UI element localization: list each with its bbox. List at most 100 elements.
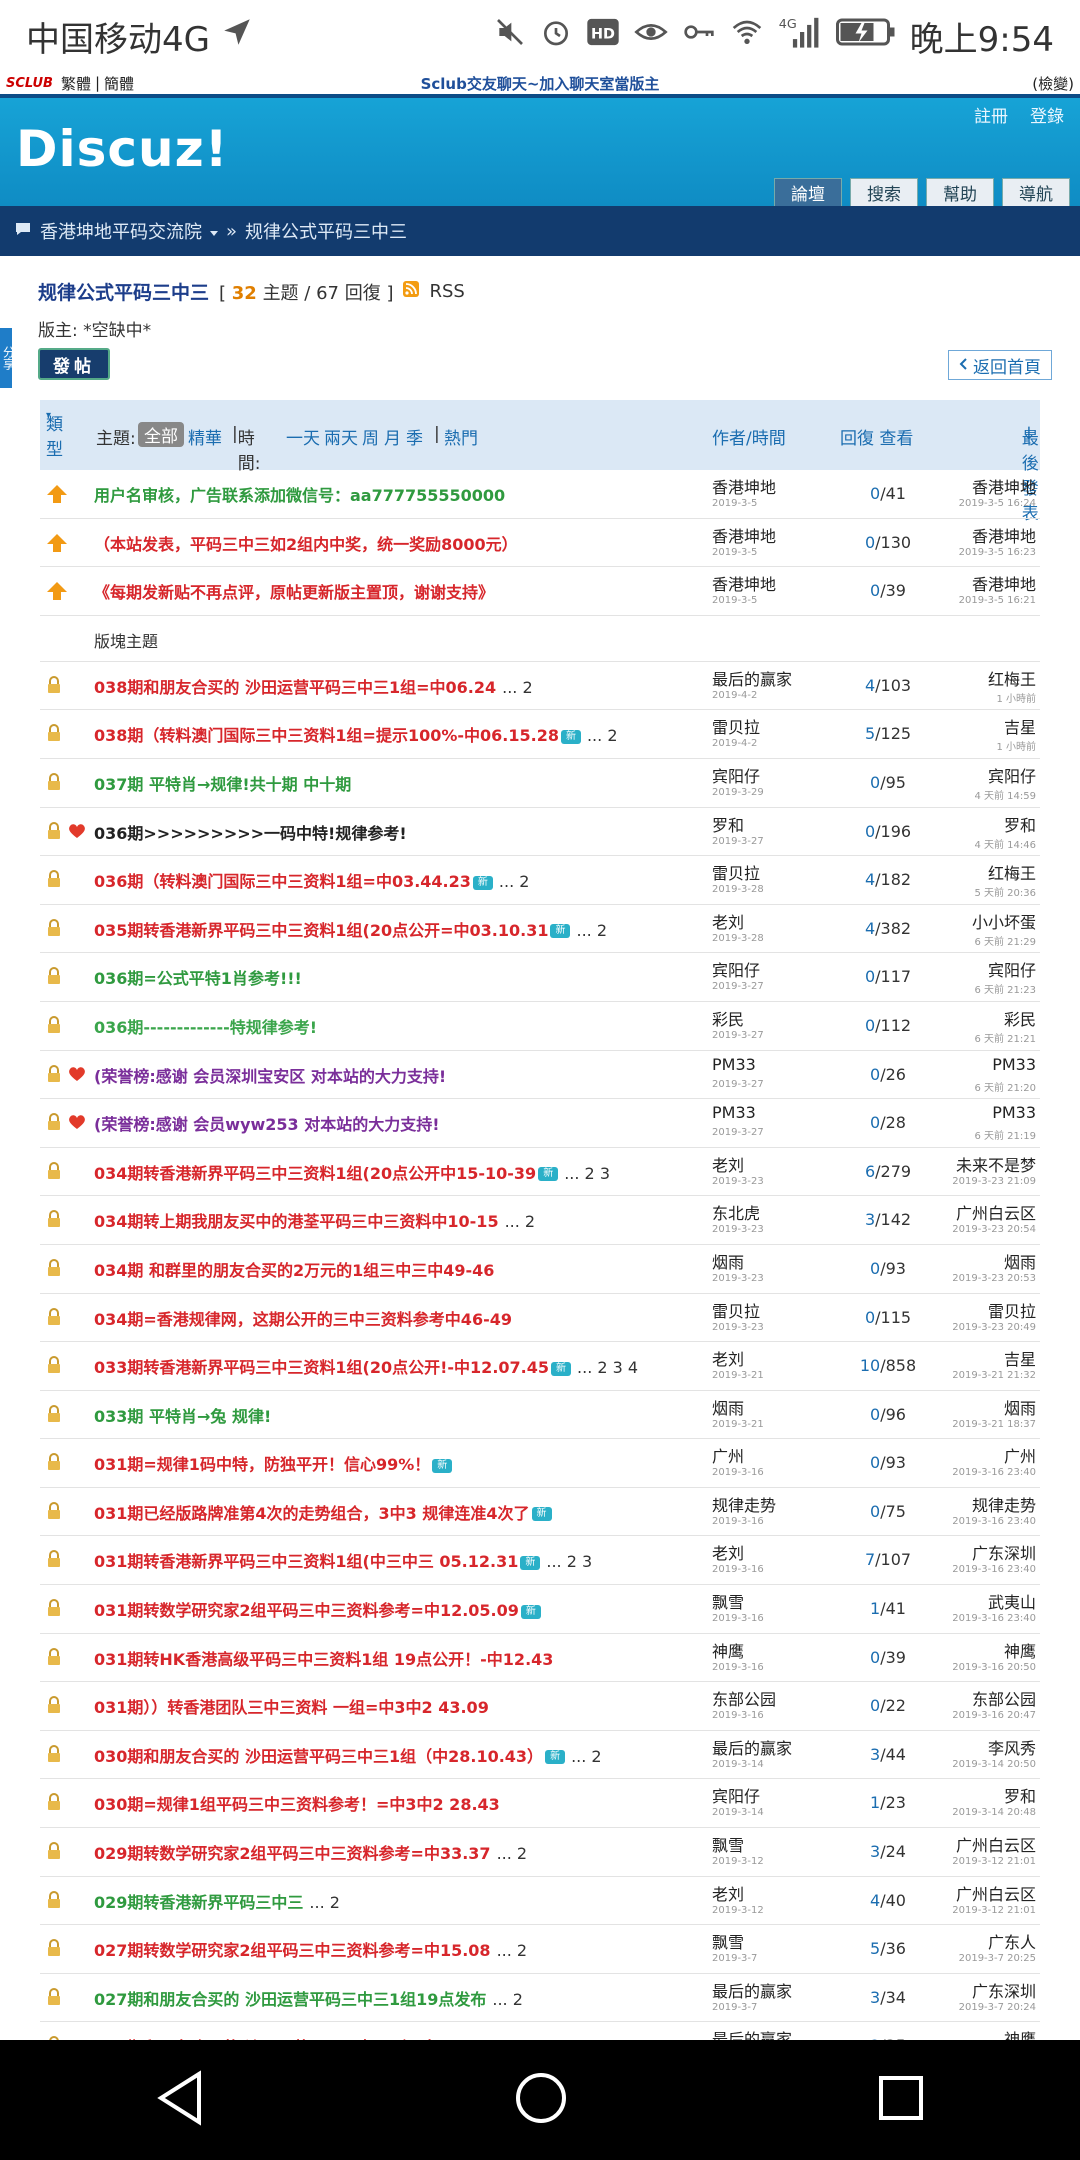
thread-row[interactable]: 034期转香港新界平码三中三资料1组(20点公开中15-10-39 新... 2 … — [40, 1148, 1040, 1197]
thread-row[interactable]: 036期>>>>>>>>>一码中特!规律参考! 罗和 2019-3-27 0/196 罗… — [40, 808, 1040, 857]
rss-icon[interactable] — [403, 281, 420, 302]
last-poster[interactable]: 烟雨 — [1004, 1249, 1036, 1273]
page-links[interactable]: ... 2 — [499, 872, 530, 891]
last-poster[interactable]: 广州白云区 — [956, 1832, 1036, 1856]
thread-author[interactable]: 飘雪 — [712, 1589, 744, 1613]
thread-title[interactable]: 027期和朋友合买的 沙田运营平码三中三1组19点发布... 2 — [94, 1986, 523, 2010]
last-poster[interactable]: 香港坤地 — [972, 474, 1036, 498]
sort-replies[interactable]: 回復 查看 — [840, 424, 913, 449]
thread-row[interactable]: 031期转HK香港高级平码三中三资料1组 19点公开！-中12.43 神鹰 2019… — [40, 1634, 1040, 1683]
page-links[interactable]: ... 2 — [571, 1747, 602, 1766]
thread-title[interactable]: 034期 和群里的朋友合买的2万元的1组三中三中49-46 — [94, 1257, 494, 1281]
recents-square-icon[interactable] — [877, 2074, 925, 2126]
page-links[interactable]: ... 2 — [502, 678, 533, 697]
filter-all[interactable]: 全部 — [138, 422, 184, 447]
thread-row[interactable]: （本站发表，平码三中三如2组内中奖，统一奖励8000元） 香港坤地 2019-3-5… — [40, 519, 1040, 568]
last-poster[interactable]: 广州白云区 — [956, 1200, 1036, 1224]
thread-author[interactable]: 香港坤地 — [712, 523, 776, 547]
forum-title[interactable]: 规律公式平码三中三 — [38, 278, 209, 305]
thread-title[interactable]: 038期和朋友合买的 沙田运营平码三中三1组=中06.24... 2 — [94, 674, 533, 698]
thread-row[interactable]: 《每期发新贴不再点评，原帖更新版主置顶，谢谢支持》 香港坤地 2019-3-5 0/3… — [40, 567, 1040, 616]
thread-author[interactable]: 神鹰 — [712, 1638, 744, 1662]
thread-author[interactable]: PM33 — [712, 1103, 756, 1122]
thread-row[interactable]: 031期=规律1码中特，防独平开！信心99%！新广州 2019-3-16 0/93 广… — [40, 1439, 1040, 1488]
filter-two-days[interactable]: 兩天 — [324, 424, 358, 449]
page-links[interactable]: ... 2 — [492, 1990, 523, 2009]
thread-row[interactable]: 036期=公式平特1肖参考!!! 宾阳仔 2019-3-27 0/117 宾阳仔 6 天前… — [40, 953, 1040, 1002]
thread-author[interactable]: 雷贝拉 — [712, 860, 760, 884]
thread-title[interactable]: （本站发表，平码三中三如2组内中奖，统一奖励8000元） — [94, 531, 518, 555]
filter-week[interactable]: 周 — [362, 424, 379, 449]
thread-title[interactable]: 036期=公式平特1肖参考!!! — [94, 965, 302, 989]
thread-title[interactable]: 用户名审核，广告联系添加微信号：aa777755550000 — [94, 482, 505, 506]
thread-author[interactable]: 老刘 — [712, 1881, 744, 1905]
thread-title[interactable]: 033期转香港新界平码三中三资料1组(20点公开!-中12.07.45 新... … — [94, 1354, 638, 1378]
simplified-link[interactable]: 簡體 — [104, 73, 134, 94]
last-poster[interactable]: 神鹰 — [1004, 1638, 1036, 1662]
login-link[interactable]: 登錄 — [1030, 102, 1064, 127]
post-button[interactable]: 發帖 — [38, 348, 110, 380]
thread-author[interactable]: 烟雨 — [712, 1395, 744, 1419]
thread-row[interactable]: 029期转香港新界平码三中三... 2 老刘 2019-3-12 4/40 广州白云区 2… — [40, 1877, 1040, 1926]
thread-row[interactable]: 030期=规律1组平码三中三资料参考！=中3中2 28.43 宾阳仔 2019-3-… — [40, 1779, 1040, 1829]
back-home-button[interactable]: 返回首頁 — [948, 350, 1052, 380]
rss-link[interactable]: RSS — [429, 281, 464, 302]
thread-row[interactable]: 037期 平特肖→规律!共十期 中十期 宾阳仔 2019-3-29 0/95 宾阳仔 4 … — [40, 759, 1040, 808]
thread-title[interactable]: 036期-------------特规律参考! — [94, 1014, 317, 1038]
caret-down-icon[interactable] — [210, 221, 218, 242]
chatroom-link[interactable]: Sclub交友聊天~加入聊天室當版主 — [0, 73, 1080, 94]
thread-row[interactable]: 031期转数学研究家2组平码三中三资料参考=中12.05.09 新飘雪 2019-3… — [40, 1585, 1040, 1634]
thread-author[interactable]: 烟雨 — [712, 1249, 744, 1273]
thread-author[interactable]: 宾阳仔 — [712, 763, 760, 787]
thread-row[interactable]: 034期转上期我朋友买中的港荃平码三中三资料中10-15... 2 东北虎 2019… — [40, 1196, 1040, 1245]
last-poster[interactable]: 广东人 — [988, 1929, 1036, 1953]
thread-row[interactable]: 036期（转料澳门国际三中三资料1组=中03.44.23 新... 2 雷贝拉 201… — [40, 856, 1040, 905]
tab-navigation[interactable]: 導航 — [1002, 178, 1070, 206]
last-poster[interactable]: 彩民 — [1004, 1006, 1036, 1030]
thread-title[interactable]: 031期转香港新界平码三中三资料1组(中三中三 05.12.31 新... 2 3 — [94, 1548, 592, 1572]
thread-row[interactable]: 031期已经版路牌准第4次的走势组合，3中3 规律连准4次了新规律走势 2019-… — [40, 1488, 1040, 1537]
thread-author[interactable]: 广州 — [712, 1443, 744, 1467]
last-poster[interactable]: 东部公园 — [972, 1686, 1036, 1710]
last-poster[interactable]: 广州 — [1004, 1443, 1036, 1467]
last-poster[interactable]: 香港坤地 — [972, 571, 1036, 595]
thread-title[interactable]: (荣誉榜:感谢 会员深圳宝安区 对本站的大力支持! — [94, 1063, 446, 1087]
last-poster[interactable]: 雷贝拉 — [988, 1298, 1036, 1322]
thread-row[interactable]: (荣誉榜:感谢 会员wyw253 对本站的大力支持! PM33 2019-3-27 0… — [40, 1099, 1040, 1148]
thread-title[interactable]: 030期=规律1组平码三中三资料参考！=中3中2 28.43 — [94, 1791, 500, 1815]
thread-author[interactable]: 老刘 — [712, 1540, 744, 1564]
thread-row[interactable]: (荣誉榜:感谢 会员深圳宝安区 对本站的大力支持! PM33 2019-3-27 0/… — [40, 1051, 1040, 1100]
last-poster[interactable]: 宾阳仔 — [988, 763, 1036, 787]
thread-row[interactable]: 027期和朋友合买的 沙田运营平码三中三1组19点发布... 2 最后的赢家 201… — [40, 1974, 1040, 2023]
thread-title[interactable]: 038期（转料澳门国际三中三资料1组=提示100%-中06.15.28 新... … — [94, 722, 618, 746]
page-links[interactable]: ... 2 — [587, 726, 618, 745]
thread-author[interactable]: 宾阳仔 — [712, 957, 760, 981]
thread-row[interactable]: 038期（转料澳门国际三中三资料1组=提示100%-中06.15.28 新... … — [40, 710, 1040, 759]
sort-last-post[interactable]: 最後發表 ↓ — [1022, 424, 1039, 524]
back-triangle-icon[interactable] — [155, 2070, 205, 2130]
thread-author[interactable]: 彩民 — [712, 1006, 744, 1030]
last-poster[interactable]: 武夷山 — [988, 1589, 1036, 1613]
last-poster[interactable]: 未来不是梦 — [956, 1152, 1036, 1176]
filter-hot[interactable]: 熱門 — [444, 424, 478, 449]
thread-title[interactable]: 030期和朋友合买的 沙田运营平码三中三1组（中28.10.43）新... 2 — [94, 1743, 602, 1767]
thread-title[interactable]: 029期转香港新界平码三中三... 2 — [94, 1889, 340, 1913]
thread-title[interactable]: 《每期发新贴不再点评，原帖更新版主置顶，谢谢支持》 — [94, 579, 494, 603]
thread-row[interactable]: 033期转香港新界平码三中三资料1组(20点公开!-中12.07.45 新... … — [40, 1342, 1040, 1391]
thread-row[interactable]: 033期 平特肖→兔 规律! 烟雨 2019-3-21 0/96 烟雨 2019-3-21… — [40, 1391, 1040, 1440]
last-poster[interactable]: PM33 — [992, 1103, 1036, 1122]
discuz-logo[interactable]: Discuz! — [16, 120, 229, 178]
last-poster[interactable]: 广东深圳 — [972, 1540, 1036, 1564]
thread-title[interactable]: 034期=香港规律网，这期公开的三中三资料参考中46-49 — [94, 1306, 512, 1330]
thread-title[interactable]: 035期转香港新界平码三中三资料1组(20点公开=中03.10.31 新... 2 — [94, 917, 607, 941]
filter-one-day[interactable]: 一天 — [286, 424, 320, 449]
last-poster[interactable]: 烟雨 — [1004, 1395, 1036, 1419]
thread-title[interactable]: 031期=规律1码中特，防独平开！信心99%！新 — [94, 1451, 453, 1475]
sort-author[interactable]: 作者/時間 — [712, 424, 786, 449]
thread-title[interactable]: 036期（转料澳门国际三中三资料1组=中03.44.23 新... 2 — [94, 868, 529, 892]
thread-title[interactable]: 036期>>>>>>>>>一码中特!规律参考! — [94, 820, 407, 844]
thread-author[interactable]: 香港坤地 — [712, 474, 776, 498]
thread-author[interactable]: 最后的赢家 — [712, 666, 792, 690]
thread-title[interactable]: (荣誉榜:感谢 会员wyw253 对本站的大力支持! — [94, 1111, 440, 1135]
filter-month[interactable]: 月 — [384, 424, 401, 449]
